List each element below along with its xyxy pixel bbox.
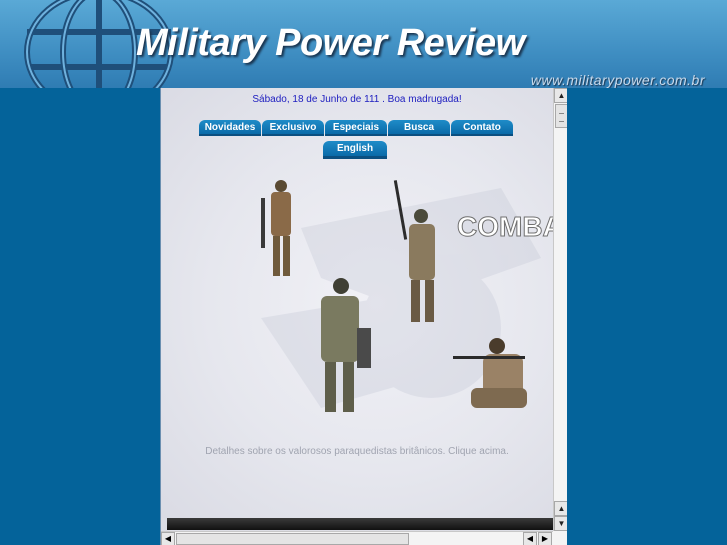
scroll-left-icon[interactable]: ◀ bbox=[161, 532, 175, 545]
nav-english[interactable]: English bbox=[323, 141, 387, 159]
site-url: www.militarypower.com.br bbox=[530, 72, 705, 88]
scroll-up-icon[interactable]: ▲ bbox=[554, 88, 567, 103]
vertical-scrollbar[interactable]: ▲ ▲ ▼ bbox=[553, 88, 567, 531]
horizontal-scrollbar[interactable]: ◀ ◀ ▶ bbox=[161, 531, 553, 545]
scroll-right-icon[interactable]: ▶ bbox=[538, 532, 552, 545]
main-nav: Novidades Exclusivo Especiais Busca Cont… bbox=[199, 120, 513, 136]
bottom-image-strip bbox=[167, 518, 553, 530]
nav-exclusivo[interactable]: Exclusivo bbox=[262, 120, 324, 136]
promo-overlay-text: COMBA bbox=[457, 211, 553, 242]
date-greeting: Sábado, 18 de Junho de 111 . Boa madruga… bbox=[252, 94, 462, 105]
nav-novidades[interactable]: Novidades bbox=[199, 120, 261, 136]
scroll-up-icon[interactable]: ▲ bbox=[554, 501, 567, 516]
vertical-scroll-thumb[interactable] bbox=[555, 104, 567, 128]
content-frame: Sábado, 18 de Junho de 111 . Boa madruga… bbox=[160, 88, 567, 545]
nav-contato[interactable]: Contato bbox=[451, 120, 513, 136]
promo-caption[interactable]: Detalhes sobre os valorosos paraquedista… bbox=[161, 446, 553, 457]
site-banner: Military Power Review www.militarypower.… bbox=[0, 0, 727, 88]
nav-busca[interactable]: Busca bbox=[388, 120, 450, 136]
horizontal-scroll-thumb[interactable] bbox=[176, 533, 409, 545]
scroll-left-icon[interactable]: ◀ bbox=[523, 532, 537, 545]
nav-especiais[interactable]: Especiais bbox=[325, 120, 387, 136]
paratroopers-promo-image[interactable]: COMBA bbox=[201, 168, 553, 448]
site-title: Military Power Review bbox=[136, 22, 525, 64]
scrollbar-corner bbox=[553, 531, 567, 545]
frame-content: Sábado, 18 de Junho de 111 . Boa madruga… bbox=[161, 88, 553, 530]
scroll-down-icon[interactable]: ▼ bbox=[554, 516, 567, 531]
soldier-figure-1 bbox=[261, 180, 291, 276]
